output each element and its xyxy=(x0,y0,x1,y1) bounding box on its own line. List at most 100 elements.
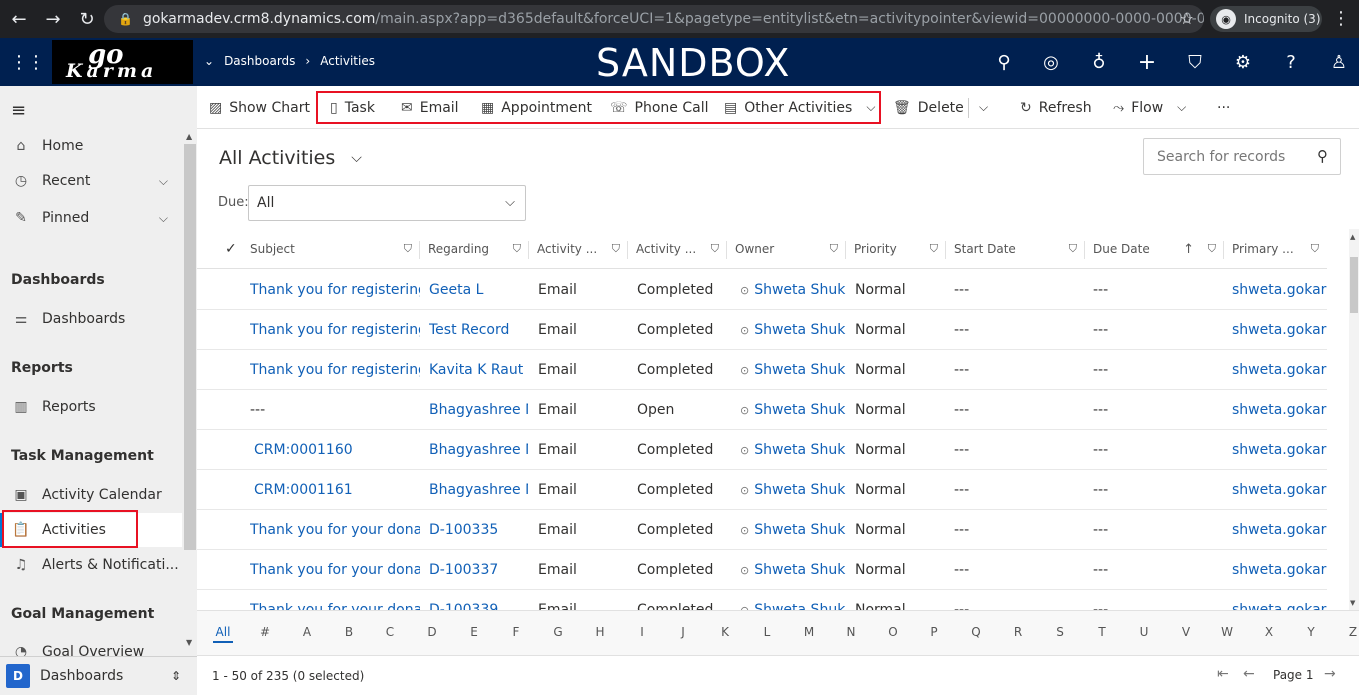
alpha-filter-e[interactable]: E xyxy=(464,625,484,639)
new-email-button[interactable]: ✉ Email xyxy=(401,86,459,129)
alpha-filter-n[interactable]: N xyxy=(841,625,861,639)
cell-subject[interactable]: Thank you for your donatior xyxy=(250,590,420,610)
column-header-start-date[interactable]: Start Date ⛉ xyxy=(946,229,1085,269)
table-row[interactable]: CRM:0001161Bhagyashree Ma Email Completed ⊙… xyxy=(197,470,1327,510)
alpha-filter-o[interactable]: O xyxy=(883,625,903,639)
alpha-filter-h[interactable]: H xyxy=(590,625,610,639)
cell-regarding[interactable]: Bhagyashree Ma xyxy=(429,390,528,430)
scroll-thumb[interactable] xyxy=(1350,257,1358,313)
search-icon[interactable]: ⚲ xyxy=(1317,147,1328,165)
alpha-filter-k[interactable]: K xyxy=(715,625,735,639)
cell-owner[interactable]: ⊙Shweta Shukla xyxy=(740,590,846,610)
cell-regarding[interactable]: D-100337 xyxy=(429,550,528,590)
cell-owner[interactable]: ⊙Shweta Shukla xyxy=(740,390,846,430)
chevron-down-icon[interactable]: ⌄ xyxy=(204,54,214,68)
scroll-up-icon[interactable]: ▲ xyxy=(186,132,192,141)
cell-regarding[interactable]: Kavita K Raut xyxy=(429,350,528,390)
filter-icon[interactable]: ⛉ xyxy=(404,242,412,256)
alpha-filter-u[interactable]: U xyxy=(1134,625,1154,639)
column-header-subject[interactable]: Subject ⛉ xyxy=(243,229,420,269)
search-icon[interactable]: ⚲ xyxy=(993,51,1015,73)
lightbulb-icon[interactable]: ♁ xyxy=(1088,51,1110,73)
cell-subject[interactable]: CRM:0001161 xyxy=(254,470,424,510)
scroll-up-icon[interactable]: ▲ xyxy=(1350,233,1355,241)
cell-primary[interactable]: shweta.gokarm xyxy=(1232,590,1327,610)
filter-icon[interactable]: ⛉ xyxy=(830,242,838,256)
back-icon[interactable]: ← xyxy=(4,4,34,34)
alpha-filter-t[interactable]: T xyxy=(1092,625,1112,639)
filter-icon[interactable]: ⛉ xyxy=(930,242,938,256)
sidebar-item-pinned[interactable]: ✎ Pinned ⌵ xyxy=(0,201,182,235)
alpha-filter-z[interactable]: Z xyxy=(1343,625,1359,639)
table-row[interactable]: Thank you for registering wiKavita K Rau… xyxy=(197,350,1327,390)
table-row[interactable]: Thank you for registering wiGeeta L Email… xyxy=(197,270,1327,310)
table-row[interactable]: Thank you for your donatiorD-100337 Email… xyxy=(197,550,1327,590)
cell-owner[interactable]: ⊙Shweta Shukla xyxy=(740,310,846,350)
column-header-due-date[interactable]: Due Date ↑ ⛉ xyxy=(1085,229,1224,269)
cell-primary[interactable]: shweta.gokarm xyxy=(1232,350,1327,390)
cell-regarding[interactable]: Bhagyashree Ma xyxy=(429,430,528,470)
alpha-filter-d[interactable]: D xyxy=(422,625,442,639)
table-row[interactable]: Thank you for your donatior D-100339 Email… xyxy=(197,590,1327,610)
search-input[interactable]: Search for records ⚲ xyxy=(1143,138,1341,175)
sidebar-item-reports[interactable]: ▥ Reports xyxy=(0,390,182,424)
cell-owner[interactable]: ⊙Shweta Shukla xyxy=(740,350,846,390)
alpha-filter-a[interactable]: A xyxy=(297,625,317,639)
cell-owner[interactable]: ⊙Shweta Shukla xyxy=(740,510,846,550)
first-page-icon[interactable]: ⇤ xyxy=(1217,666,1229,682)
table-row[interactable]: CRM:0001160Bhagyashree Ma Email Completed ⊙… xyxy=(197,430,1327,470)
cell-regarding[interactable]: Test Record xyxy=(429,310,528,350)
cell-subject[interactable]: CRM:0001160 xyxy=(254,430,424,470)
cell-subject[interactable]: Thank you for registering wi xyxy=(250,350,420,390)
alpha-filter-i[interactable]: I xyxy=(632,625,652,639)
cell-primary[interactable]: shweta.gokarm xyxy=(1232,470,1327,510)
alpha-filter-all[interactable]: All xyxy=(213,625,233,643)
sidebar-scrollbar[interactable]: ▲ ▼ xyxy=(183,86,197,656)
alpha-filter-p[interactable]: P xyxy=(924,625,944,639)
alpha-filter-q[interactable]: Q xyxy=(966,625,986,639)
view-selector[interactable]: All Activities ⌵ xyxy=(219,147,362,169)
reload-icon[interactable]: ↻ xyxy=(72,4,102,34)
other-activities-button[interactable]: ▤ Other Activities ⌵ xyxy=(724,86,875,129)
column-header-owner[interactable]: Owner ⛉ xyxy=(727,229,846,269)
alpha-filter-g[interactable]: G xyxy=(548,625,568,639)
previous-page-icon[interactable]: ← xyxy=(1243,666,1255,682)
delete-button[interactable]: 🗑 Delete xyxy=(893,86,964,129)
alpha-filter-s[interactable]: S xyxy=(1050,625,1070,639)
table-row[interactable]: Thank you for your donatiorD-100335 Email… xyxy=(197,510,1327,550)
task-flow-icon[interactable]: ◎ xyxy=(1040,51,1062,73)
cell-subject[interactable]: Thank you for your donatior xyxy=(250,510,420,550)
sidebar-item-home[interactable]: ⌂ Home xyxy=(0,129,182,163)
forward-icon[interactable]: → xyxy=(38,4,68,34)
sidebar-item-recent[interactable]: ◷ Recent ⌵ xyxy=(0,164,182,198)
new-task-button[interactable]: ▯ Task xyxy=(330,86,375,129)
column-header-priority[interactable]: Priority ⛉ xyxy=(846,229,946,269)
sidebar-item-activity-calendar[interactable]: ▣ Activity Calendar xyxy=(0,478,182,512)
select-all-checkbox[interactable]: ✓ xyxy=(225,229,243,269)
cell-regarding[interactable]: D-100335 xyxy=(429,510,528,550)
cell-owner[interactable]: ⊙Shweta Shukla xyxy=(740,470,846,510)
table-row[interactable]: --- Bhagyashree Ma Email Open ⊙Shweta Shukla… xyxy=(197,390,1327,430)
more-delete-options-icon[interactable]: ⌵ xyxy=(979,86,988,129)
hamburger-menu-icon[interactable]: ≡ xyxy=(11,100,26,121)
settings-icon[interactable]: ⚙ xyxy=(1232,51,1254,73)
cell-primary[interactable]: shweta.gokarm xyxy=(1232,550,1327,590)
cell-owner[interactable]: ⊙Shweta Shukla xyxy=(740,270,846,310)
incognito-badge[interactable]: ◉ Incognito (3) xyxy=(1210,6,1322,32)
alpha-filter-r[interactable]: R xyxy=(1008,625,1028,639)
cell-subject[interactable]: Thank you for registering wi xyxy=(250,310,420,350)
address-bar[interactable]: 🔒 gokarmadev.crm8.dynamics.com /main.asp… xyxy=(104,5,1204,33)
cell-owner[interactable]: ⊙Shweta Shukla xyxy=(740,430,846,470)
next-page-icon[interactable]: → xyxy=(1324,666,1336,682)
alpha-filter-y[interactable]: Y xyxy=(1301,625,1321,639)
scroll-thumb[interactable] xyxy=(184,144,196,550)
user-icon[interactable]: ♙ xyxy=(1328,51,1350,73)
sidebar-item-dashboards[interactable]: ⚌ Dashboards xyxy=(0,302,182,336)
filter-icon[interactable]: ⛉ xyxy=(1069,242,1077,256)
breadcrumb-dashboards[interactable]: Dashboards xyxy=(224,54,295,68)
flow-button[interactable]: ⤳ Flow ⌵ xyxy=(1113,86,1186,129)
alpha-filter-b[interactable]: B xyxy=(339,625,359,639)
cell-primary[interactable]: shweta.gokarm xyxy=(1232,510,1327,550)
area-switcher[interactable]: D Dashboards ⇕ xyxy=(0,656,197,695)
scroll-down-icon[interactable]: ▼ xyxy=(186,638,192,647)
